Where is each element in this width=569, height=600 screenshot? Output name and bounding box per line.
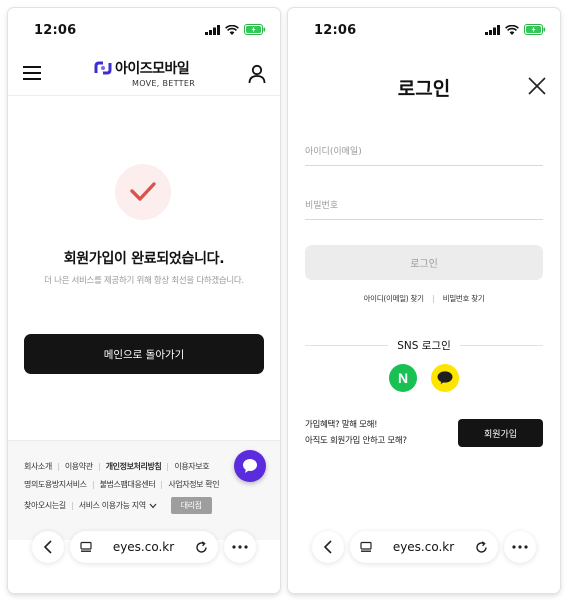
reload-icon[interactable] [475, 540, 488, 554]
footer-links-row: 찾아오시는길 서비스 이용가능 지역 대리점 [24, 497, 270, 514]
browser-url: eyes.co.kr [392, 540, 455, 554]
browser-more-button[interactable] [224, 531, 256, 563]
find-account-links: 아이디(이메일) 찾기 비밀번호 찾기 [288, 293, 560, 304]
user-icon[interactable] [248, 64, 266, 84]
naver-icon: N [397, 370, 409, 386]
logo-tagline: MOVE, BETTER [132, 79, 196, 88]
footer-link-identity-theft[interactable]: 명의도용방지서비스 [24, 479, 87, 490]
footer-link-terms[interactable]: 이용약관 [65, 461, 93, 472]
divider [432, 294, 434, 303]
footer-link-spam-center[interactable]: 불법스팸대응센터 [100, 479, 156, 490]
back-icon [43, 540, 52, 554]
divider [92, 480, 94, 489]
more-icon [512, 545, 528, 549]
brand-logo[interactable]: 아이즈모바일 [94, 58, 190, 78]
browser-back-button[interactable] [312, 531, 344, 563]
tabs-icon[interactable] [360, 541, 372, 553]
wifi-icon [225, 24, 239, 35]
reload-icon[interactable] [195, 540, 208, 554]
wifi-icon [505, 24, 519, 35]
browser-more-button[interactable] [504, 531, 536, 563]
status-bar: 12:06 [8, 8, 280, 52]
signup-complete-title: 회원가입이 완료되었습니다. [63, 251, 225, 267]
menu-icon[interactable] [23, 65, 41, 81]
success-badge [115, 164, 171, 220]
signup-complete-subtitle: 더 나은 서비스를 제공하기 위해 항상 최선을 다하겠습니다. [44, 276, 244, 286]
sns-login-divider: SNS 로그인 [305, 338, 544, 353]
status-icons [205, 24, 266, 35]
divider [71, 501, 73, 510]
chat-button[interactable] [234, 450, 266, 482]
status-time: 12:06 [314, 23, 357, 38]
divider [167, 462, 169, 471]
app-header: 아이즈모바일 MOVE, BETTER [8, 52, 280, 96]
battery-icon [244, 24, 266, 35]
divider [57, 462, 59, 471]
footer-link-privacy[interactable]: 개인정보처리방침 [106, 461, 162, 472]
find-id-link[interactable]: 아이디(이메일) 찾기 [364, 293, 424, 304]
logo-text: 아이즈모바일 [115, 61, 190, 77]
login-screen: 12:06 로그인 로그인 아이디(이메일) 찾기 비밀번호 찾기 SNS 로그… [288, 8, 560, 593]
promo-line: 아직도 회원가입 안하고 모해? [305, 436, 407, 446]
divider [459, 345, 544, 346]
footer-links-row: 명의도용방지서비스 불법스팸대응센터 사업자정보 확인 [24, 479, 270, 490]
browser-url: eyes.co.kr [112, 540, 175, 554]
password-field[interactable] [305, 192, 543, 220]
chat-icon [243, 459, 257, 473]
naver-login-button[interactable]: N [389, 364, 417, 392]
status-icons [485, 24, 546, 35]
footer-link-about[interactable]: 회사소개 [24, 461, 52, 472]
battery-icon [524, 24, 546, 35]
footer-link-directions[interactable]: 찾아오시는길 [24, 500, 66, 511]
divider [98, 462, 100, 471]
signup-complete-screen: 12:06 아이즈모바일 MOVE, BETTER 회원가입이 완료되었습니다.… [8, 8, 280, 593]
footer-link-business-info[interactable]: 사업자정보 확인 [168, 479, 219, 490]
kakao-icon [437, 371, 453, 385]
sns-login-label: SNS 로그인 [397, 340, 451, 352]
login-button[interactable]: 로그인 [305, 245, 543, 280]
kakao-login-button[interactable] [431, 364, 459, 392]
divider [161, 480, 163, 489]
signup-button[interactable]: 회원가입 [458, 419, 543, 447]
logo-mark-icon [94, 61, 112, 75]
browser-toolbar: eyes.co.kr [312, 530, 536, 564]
signal-icon [205, 24, 220, 35]
promo-line: 가입혜택? 말해 모해! [305, 420, 378, 430]
more-icon [232, 545, 248, 549]
tabs-icon[interactable] [80, 541, 92, 553]
browser-toolbar: eyes.co.kr [32, 530, 256, 564]
browser-back-button[interactable] [32, 531, 64, 563]
close-icon[interactable] [528, 77, 546, 95]
footer-link-user-protection[interactable]: 이용자보호 [174, 461, 209, 472]
signal-icon [485, 24, 500, 35]
browser-address-bar[interactable]: eyes.co.kr [350, 531, 498, 563]
divider [305, 345, 389, 346]
back-to-main-button[interactable]: 메인으로 돌아가기 [24, 334, 264, 374]
browser-address-bar[interactable]: eyes.co.kr [70, 531, 218, 563]
check-icon [130, 182, 156, 201]
signup-promo: 가입혜택? 말해 모해! 아직도 회원가입 안하고 모해? [305, 417, 407, 449]
status-bar: 12:06 [288, 8, 560, 52]
chevron-down-icon[interactable] [149, 503, 157, 509]
find-password-link[interactable]: 비밀번호 찾기 [443, 293, 485, 304]
status-time: 12:06 [34, 23, 77, 38]
page-title: 로그인 [397, 78, 451, 100]
back-icon [323, 540, 332, 554]
footer-link-service-area[interactable]: 서비스 이용가능 지역 [79, 500, 146, 511]
email-field[interactable] [305, 138, 543, 166]
dealer-button[interactable]: 대리점 [170, 497, 212, 514]
